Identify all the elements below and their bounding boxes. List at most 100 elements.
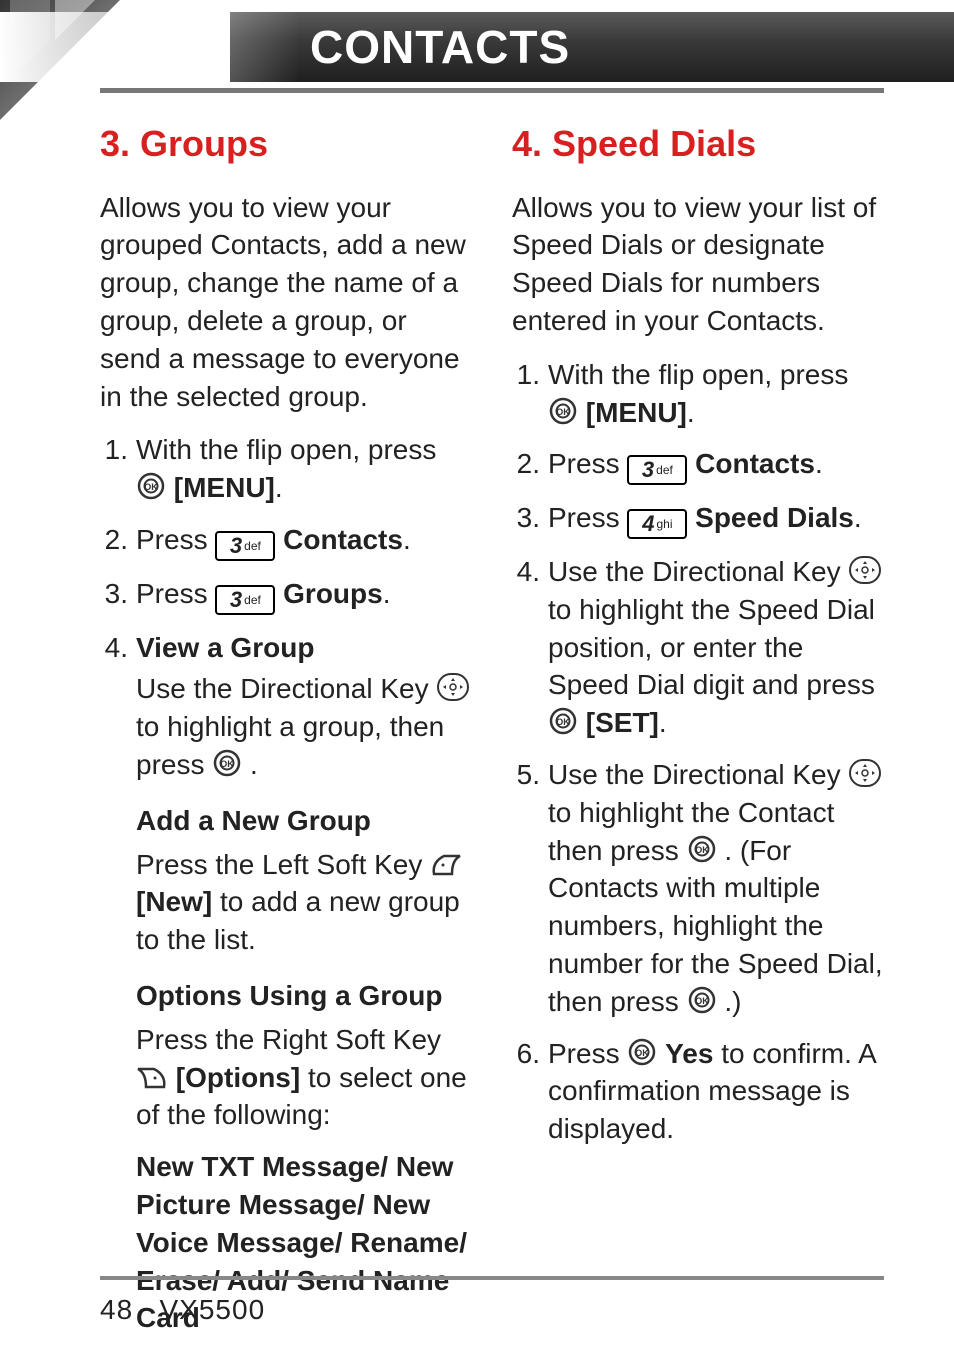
speed-dials-label: Speed Dials [695,502,854,533]
step-para: Use the Directional Key to highlight a g… [136,670,472,783]
step-text: to highlight a group, then press [136,711,444,780]
options-label: [Options] [176,1062,300,1093]
key-4-icon: 4ghi [627,509,687,539]
model-number: VX5500 [160,1294,266,1325]
svg-text:OK: OK [144,482,158,492]
header-underline [100,88,884,93]
banner-fade [0,12,300,82]
ok-key-icon: OK [548,706,578,736]
step-text: . [815,448,823,479]
ok-key-icon: OK [687,834,717,864]
contacts-label: Contacts [695,448,815,479]
list-item: 3. Press 3def Groups. [100,575,472,615]
step-text: With the flip open, press [136,434,436,465]
step-text: Press the Left Soft Key [136,849,430,880]
step-text: to highlight the Speed Dial position, or… [548,594,875,701]
step-text: Press [548,1038,627,1069]
contacts-label: Contacts [283,524,403,555]
step-body: Use the Directional Key to highlight the… [548,553,884,742]
step-text: . [659,707,667,738]
key-3-icon: 3def [215,585,275,615]
step-text: . [275,472,283,503]
list-item: 6. Press OK Yes to confirm. A confirmati… [512,1035,884,1148]
groups-label: Groups [283,578,383,609]
step-number: 1. [512,356,540,432]
step-para: Press the Right Soft Key [Options] to se… [136,1021,472,1134]
yes-label: Yes [665,1038,713,1069]
menu-label: [MENU] [586,397,687,428]
list-item: 3. Press 4ghi Speed Dials. [512,499,884,539]
step-number: 5. [512,756,540,1021]
svg-text:OK: OK [221,759,235,769]
page-header-banner: CONTACTS [0,12,954,82]
step-text: Press [136,524,215,555]
step-text: Press [136,578,215,609]
ok-key-icon: OK [548,396,578,426]
step-body: Press OK Yes to confirm. A confirmation … [548,1035,884,1148]
step-text: . [242,749,258,780]
step-number: 4. [512,553,540,742]
speed-dials-steps: 1. With the flip open, press OK [MENU]. … [512,356,884,1148]
step-number: 4. [100,629,128,1338]
right-softkey-icon [136,1065,168,1091]
svg-text:OK: OK [695,845,709,855]
step-text: Press [548,502,627,533]
directional-key-icon [848,555,882,585]
list-item: 1. With the flip open, press OK [MENU]. [100,431,472,507]
list-item: 4. Use the Directional Key to highlight … [512,553,884,742]
speed-dials-heading: 4. Speed Dials [512,120,884,169]
step-text: Use the Directional Key [136,673,436,704]
groups-intro: Allows you to view your grouped Contacts… [100,189,472,416]
page-footer: 48 VX5500 [100,1276,884,1326]
set-label: [SET] [586,707,659,738]
menu-label: [MENU] [174,472,275,503]
list-item: 2. Press 3def Contacts. [512,445,884,485]
step-number: 6. [512,1035,540,1148]
step-text: . [403,524,411,555]
key-3-icon: 3def [215,531,275,561]
step-body: With the flip open, press OK [MENU]. [548,356,884,432]
ok-key-icon: OK [687,985,717,1015]
step-body: Press 3def Groups. [136,575,472,615]
groups-heading: 3. Groups [100,120,472,169]
step-body: Press 3def Contacts. [548,445,884,485]
step-text: . [687,397,695,428]
ok-key-icon: OK [136,471,166,501]
speed-dials-intro: Allows you to view your list of Speed Di… [512,189,884,340]
step-body: Press 3def Contacts. [136,521,472,561]
step-text: Use the Directional Key [548,556,848,587]
add-new-group-heading: Add a New Group [136,802,472,840]
left-column: 3. Groups Allows you to view your groupe… [100,120,472,1351]
step-number: 1. [100,431,128,507]
list-item: 5. Use the Directional Key to highlight … [512,756,884,1021]
key-3-icon: 3def [627,455,687,485]
step-number: 2. [512,445,540,485]
left-softkey-icon [430,852,462,878]
step-text: Press the Right Soft Key [136,1024,441,1055]
step-para: Press the Left Soft Key [New] to add a n… [136,846,472,959]
step-text: . [854,502,862,533]
step-text: . [383,578,391,609]
step-body: View a Group Use the Directional Key to … [136,629,472,1338]
list-item: 1. With the flip open, press OK [MENU]. [512,356,884,432]
step-number: 3. [100,575,128,615]
svg-text:OK: OK [695,996,709,1006]
page-number: 48 [100,1294,133,1325]
step-body: Use the Directional Key to highlight the… [548,756,884,1021]
list-item: 2. Press 3def Contacts. [100,521,472,561]
list-item: 4. View a Group Use the Directional Key … [100,629,472,1338]
right-column: 4. Speed Dials Allows you to view your l… [512,120,884,1351]
content-columns: 3. Groups Allows you to view your groupe… [100,0,884,1351]
manual-page: CONTACTS 3. Groups Allows you to view yo… [0,0,954,1372]
step-text: .) [724,986,741,1017]
footer-line [100,1276,884,1280]
directional-key-icon [436,672,470,702]
svg-text:OK: OK [636,1048,650,1058]
svg-text:OK: OK [556,717,570,727]
groups-steps: 1. With the flip open, press OK [MENU]. … [100,431,472,1337]
options-group-heading: Options Using a Group [136,977,472,1015]
step-text: With the flip open, press [548,359,848,390]
view-group-label: View a Group [136,632,314,663]
step-text: Press [548,448,627,479]
step-body: Press 4ghi Speed Dials. [548,499,884,539]
